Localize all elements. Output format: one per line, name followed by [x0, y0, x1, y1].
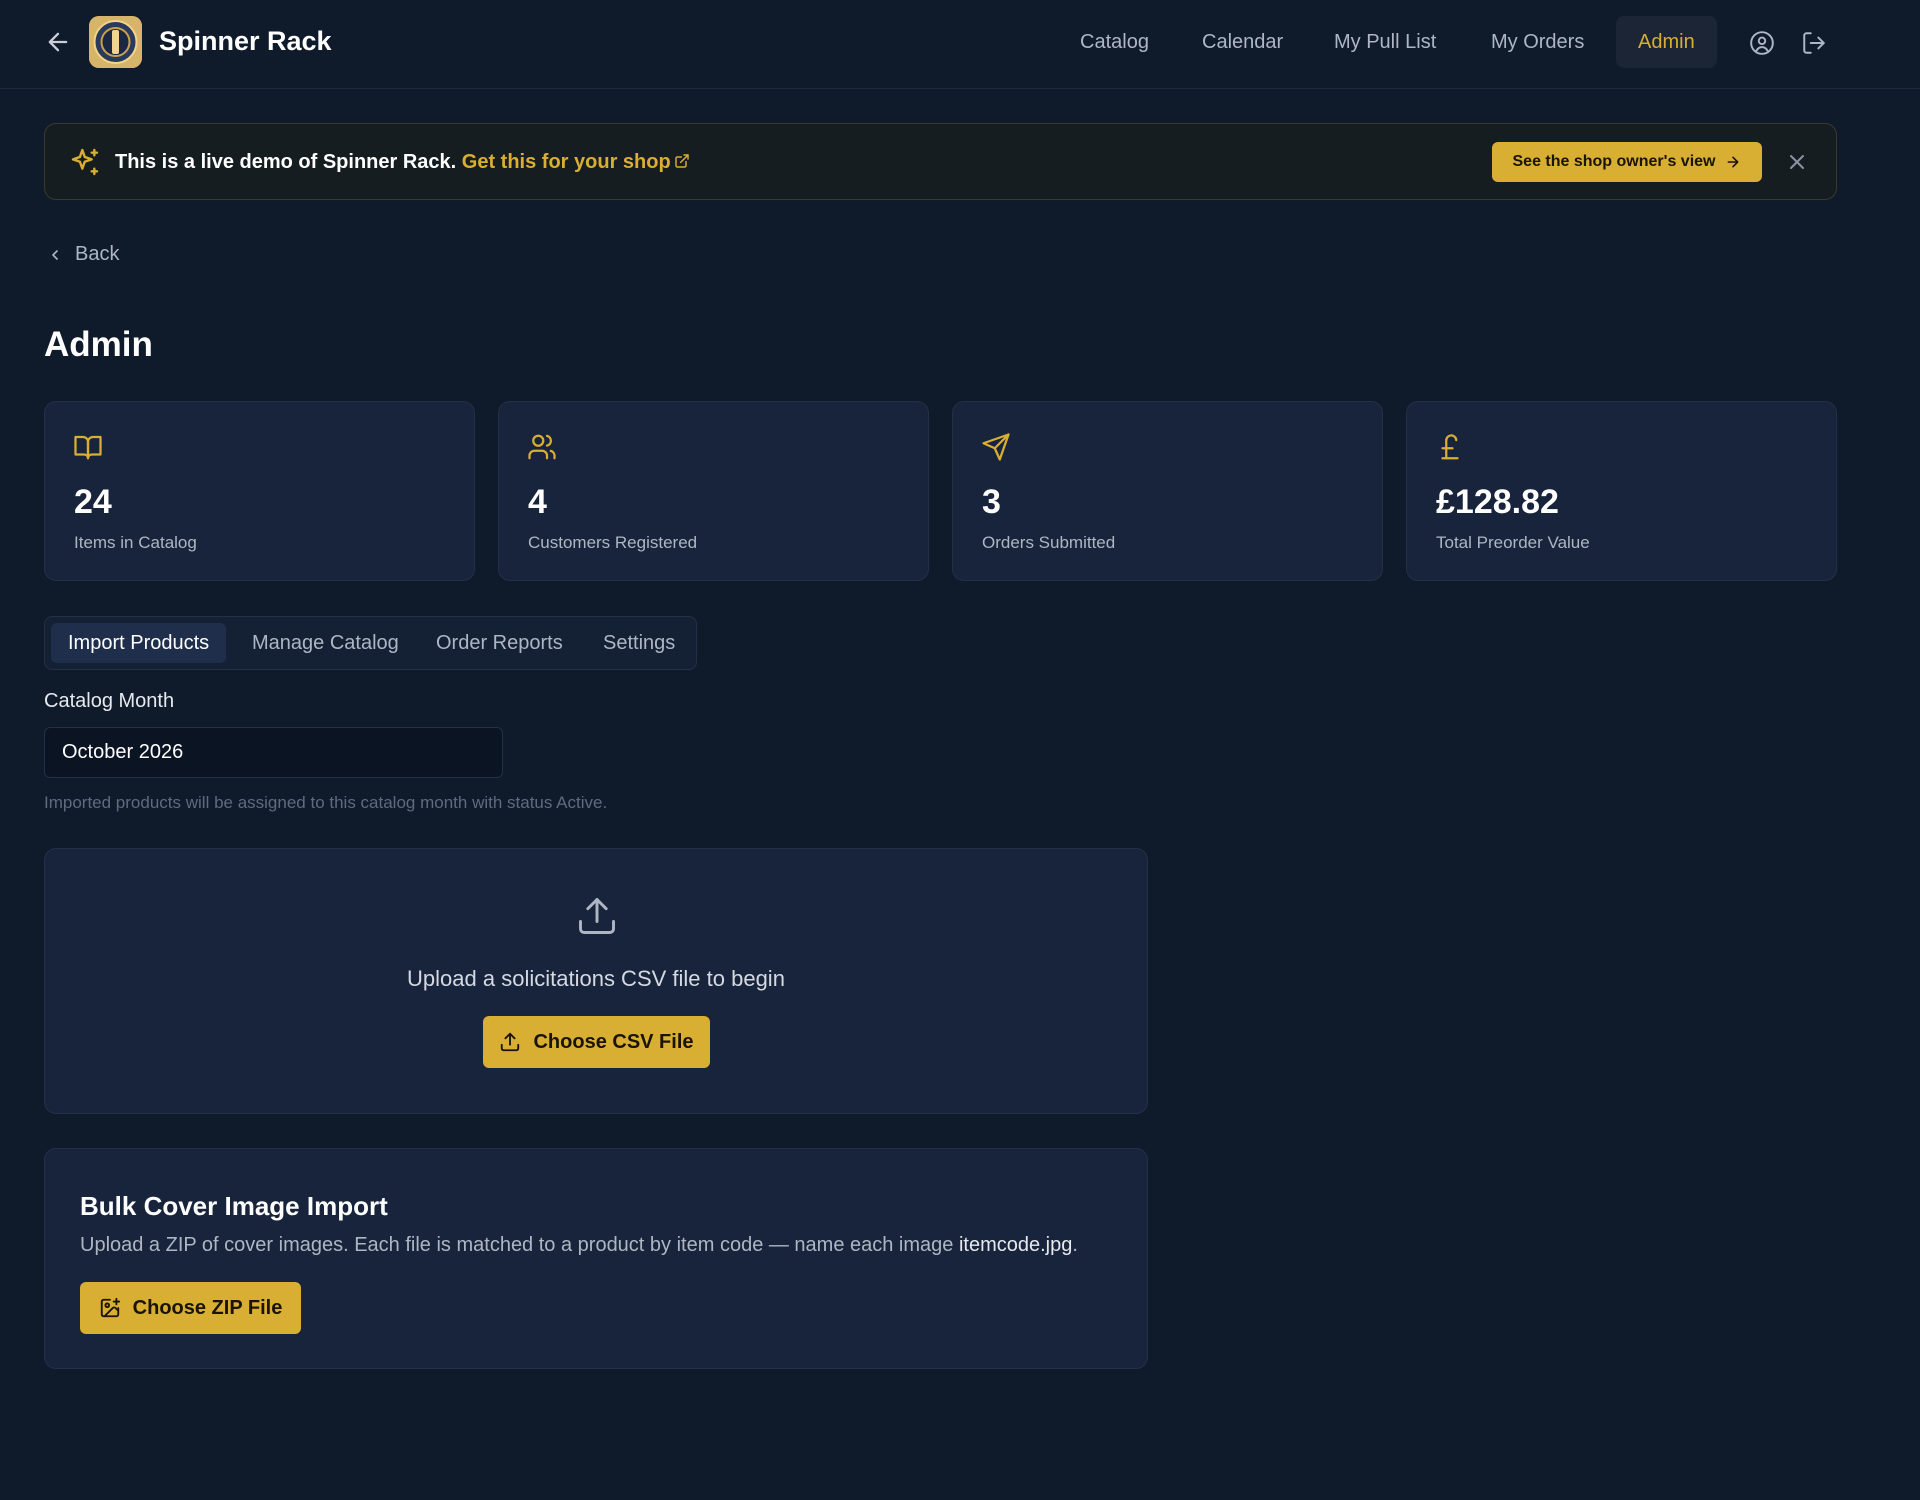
nav-calendar[interactable]: Calendar: [1180, 16, 1305, 68]
back-label: Back: [75, 243, 120, 265]
stat-label: Total Preorder Value: [1436, 533, 1590, 552]
tab-settings[interactable]: Settings: [586, 623, 692, 663]
desc-filename-example: itemcode.jpg: [958, 1234, 1073, 1256]
choose-csv-label: Choose CSV File: [533, 1030, 694, 1053]
stat-value: 24: [74, 483, 112, 521]
chevron-left-icon: [52, 249, 58, 260]
upload-icon: [579, 898, 615, 934]
desc-suffix: .: [1072, 1234, 1078, 1256]
image-plus-icon: [100, 1297, 120, 1318]
stat-card-orders: 3 Orders Submitted: [952, 401, 1383, 581]
stat-value: £128.82: [1436, 483, 1559, 521]
top-navigation-bar: Spinner Rack Catalog Calendar My Pull Li…: [0, 0, 1920, 89]
tab-order-reports[interactable]: Order Reports: [419, 623, 580, 663]
csv-upload-dropzone[interactable]: Upload a solicitations CSV file to begin…: [44, 848, 1148, 1114]
tab-manage-catalog[interactable]: Manage Catalog: [235, 623, 416, 663]
bulk-cover-description: Upload a ZIP of cover images. Each file …: [80, 1234, 1078, 1257]
nav-admin[interactable]: Admin: [1616, 16, 1717, 68]
brand-logo[interactable]: [89, 16, 142, 68]
choose-csv-button[interactable]: Choose CSV File: [483, 1016, 710, 1068]
stat-label: Items in Catalog: [74, 533, 197, 552]
catalog-month-input[interactable]: [44, 727, 503, 778]
upload-icon: [501, 1032, 520, 1052]
users-icon: [528, 434, 556, 460]
external-link-icon: [674, 154, 689, 168]
arrow-right-icon: [1728, 156, 1739, 168]
admin-tabs: Import Products Manage Catalog Order Rep…: [44, 616, 697, 670]
nav-my-pull-list[interactable]: My Pull List: [1312, 16, 1458, 68]
bulk-cover-import-card: Bulk Cover Image Import Upload a ZIP of …: [44, 1148, 1148, 1369]
stat-card-preorder-value: £128.82 Total Preorder Value: [1406, 401, 1837, 581]
stat-card-customers: 4 Customers Registered: [498, 401, 929, 581]
page-title: Admin: [44, 325, 153, 364]
desc-prefix: Upload a ZIP of cover images. Each file …: [80, 1234, 959, 1256]
sparkles-icon: [71, 148, 99, 176]
catalog-month-label: Catalog Month: [44, 690, 175, 712]
upload-message: Upload a solicitations CSV file to begin: [407, 966, 785, 991]
send-icon: [982, 433, 1010, 461]
banner-text: This is a live demo of Spinner Rack. Get…: [115, 151, 690, 174]
shop-owner-view-button[interactable]: See the shop owner's view: [1492, 142, 1762, 182]
stat-value: 3: [982, 483, 1001, 521]
choose-zip-button[interactable]: Choose ZIP File: [80, 1282, 301, 1334]
nav-catalog[interactable]: Catalog: [1058, 16, 1171, 68]
catalog-month-hint: Imported products will be assigned to th…: [44, 793, 608, 812]
demo-banner: This is a live demo of Spinner Rack. Get…: [44, 123, 1837, 200]
stat-label: Orders Submitted: [982, 533, 1116, 552]
nav-my-orders[interactable]: My Orders: [1469, 16, 1606, 68]
shop-owner-view-label: See the shop owner's view: [1512, 153, 1716, 170]
pound-icon: [1441, 434, 1459, 460]
close-icon[interactable]: [1785, 150, 1809, 174]
book-open-icon: [74, 435, 102, 460]
bulk-cover-title: Bulk Cover Image Import: [80, 1191, 388, 1221]
get-for-shop-link[interactable]: Get this for your shop: [462, 151, 690, 173]
back-link[interactable]: Back: [47, 243, 119, 266]
stat-label: Customers Registered: [528, 533, 698, 552]
logout-icon[interactable]: [1801, 30, 1827, 56]
tab-import-products[interactable]: Import Products: [51, 623, 227, 663]
stat-value: 4: [528, 483, 547, 521]
stat-card-catalog-items: 24 Items in Catalog: [44, 401, 475, 581]
user-account-icon[interactable]: [1749, 30, 1775, 56]
banner-message: This is a live demo of Spinner Rack.: [115, 151, 457, 173]
choose-zip-label: Choose ZIP File: [132, 1296, 283, 1319]
arrow-left-icon[interactable]: [44, 28, 72, 56]
brand-name[interactable]: Spinner Rack: [159, 26, 332, 57]
